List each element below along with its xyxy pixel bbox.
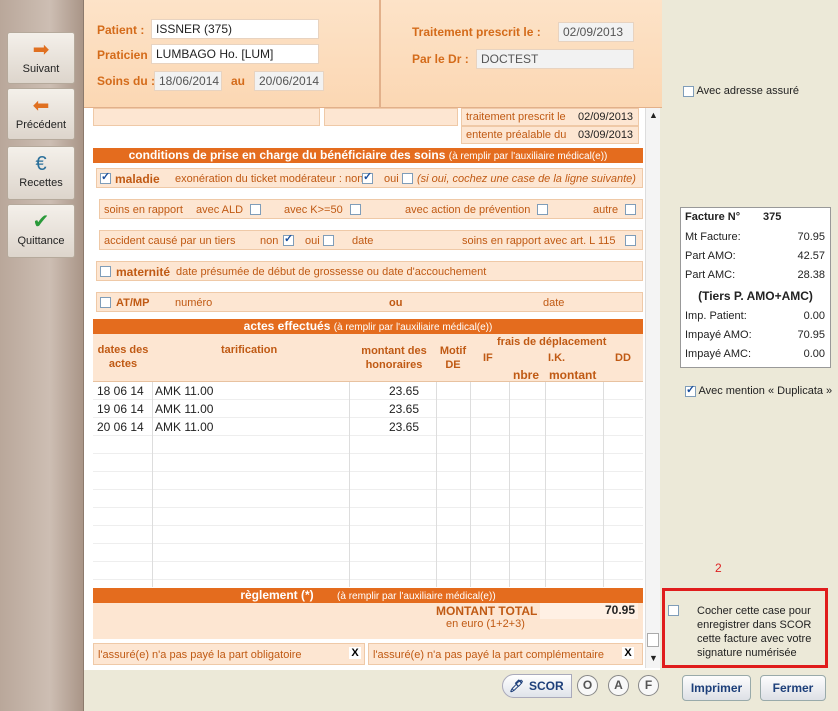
traitement-label: Traitement prescrit le : — [412, 25, 541, 39]
avec-adresse-checkbox[interactable] — [683, 85, 694, 97]
maladie-row: maladie exonération du ticket modérateur… — [96, 168, 643, 188]
f-button[interactable]: F — [638, 675, 659, 696]
soins-to-field[interactable]: 20/06/2014 — [254, 71, 324, 91]
soins-from-field[interactable]: 18/06/2014 — [154, 71, 222, 91]
montant-total-area: MONTANT TOTAL 70.95 en euro (1+2+3) — [93, 603, 643, 639]
o-button[interactable]: O — [577, 675, 598, 696]
maternite-row: maternité date présumée de début de gros… — [96, 261, 643, 281]
maternite-checkbox[interactable] — [100, 265, 111, 277]
art-l115-checkbox[interactable] — [625, 234, 636, 246]
scroll-down-icon[interactable]: ▼ — [649, 653, 658, 663]
scor-checkbox[interactable] — [668, 605, 679, 616]
praticien-label: Praticien : — [97, 48, 156, 62]
maladie-checkbox[interactable] — [100, 170, 111, 184]
atmp-checkbox[interactable] — [100, 296, 111, 308]
prevention-checkbox[interactable] — [537, 203, 548, 215]
actes-bar: actes effectués (à remplir par l'auxilia… — [93, 319, 643, 334]
sidebar: ➡ Suivant ⬅ Précédent € Recettes ✔ Quittance — [0, 0, 84, 711]
form-scrollbar[interactable]: ▲ ▼ — [645, 108, 660, 668]
par-label: Par le Dr : — [412, 52, 469, 66]
table-row[interactable]: 20 06 14 AMK 11.00 23.65 — [93, 418, 643, 436]
par-dr-field[interactable]: DOCTEST — [476, 49, 634, 69]
scor-highlight-box: Cocher cette case pour enregistrer dans … — [662, 588, 828, 668]
blank-field-2 — [324, 108, 458, 126]
patient-label: Patient : — [97, 23, 145, 37]
traitement-field[interactable]: 02/09/2013 — [558, 22, 634, 42]
montant-total-value: 70.95 — [540, 603, 638, 619]
quittance-button[interactable]: ✔ Quittance — [7, 204, 75, 258]
exoneration-non-checkbox[interactable] — [362, 170, 373, 184]
autre-checkbox[interactable] — [625, 203, 636, 215]
table-row[interactable]: 19 06 14 AMK 11.00 23.65 — [93, 400, 643, 418]
k50-checkbox[interactable] — [350, 203, 361, 215]
soins-label: Soins du : — [97, 74, 155, 88]
pas-paye-oblig-toggle[interactable]: X — [349, 647, 361, 659]
trait-prescrit-value: 02/09/2013 — [578, 111, 634, 123]
scroll-up-icon[interactable]: ▲ — [649, 110, 658, 120]
recettes-button[interactable]: € Recettes — [7, 146, 75, 200]
euro-icon: € — [35, 153, 47, 175]
duplicata-option[interactable]: Avec mention « Duplicata » — [685, 383, 832, 397]
precedent-button[interactable]: ⬅ Précédent — [7, 88, 75, 140]
actes-table-header: dates des actes tarification montant des… — [93, 334, 643, 382]
fermer-button[interactable]: Fermer — [760, 675, 826, 701]
praticien-field[interactable]: LUMBAGO Ho. [LUM] — [151, 44, 319, 64]
reglement-bar: règlement (*) (à remplir par l'auxiliair… — [93, 588, 643, 603]
pas-paye-compl-row: l'assuré(e) n'a pas payé la part complém… — [368, 643, 643, 665]
exoneration-oui-checkbox[interactable] — [402, 172, 413, 184]
header: Patient : ISSNER (375) Praticien : LUMBA… — [84, 0, 662, 108]
table-row[interactable]: 18 06 14 AMK 11.00 23.65 — [93, 382, 643, 400]
duplicata-checkbox[interactable] — [685, 383, 696, 397]
atmp-row: AT/MP numéro ou date — [96, 292, 643, 312]
entente-row: entente préalable du 03/09/2013 — [461, 126, 639, 144]
ald-checkbox[interactable] — [250, 203, 261, 215]
arrow-left-icon: ⬅ — [32, 95, 50, 117]
accident-row: accident causé par un tiers non oui date… — [99, 230, 643, 250]
entente-value: 03/09/2013 — [578, 129, 634, 141]
avec-adresse-option[interactable]: Avec adresse assuré — [683, 85, 799, 97]
pas-paye-compl-toggle[interactable]: X — [622, 647, 634, 659]
scor-icon: 🖊 — [509, 679, 525, 693]
facture-summary: Facture N° 375 Mt Facture: 70.95 Part AMO… — [680, 207, 831, 368]
soins-rapport-row: soins en rapport avec ALD avec K>=50 ave… — [99, 199, 643, 219]
patient-field[interactable]: ISSNER (375) — [151, 19, 319, 39]
check-document-icon: ✔ — [32, 211, 50, 233]
actes-table-body: 18 06 14 AMK 11.00 23.65 19 06 14 AMK 11… — [93, 382, 643, 587]
a-button[interactable]: A — [608, 675, 629, 696]
trait-prescrit-row: traitement prescrit le 02/09/2013 — [461, 108, 639, 126]
blank-field-1 — [93, 108, 320, 126]
annotation-number: 2 — [715, 561, 722, 575]
scor-button[interactable]: 🖊 SCOR — [502, 674, 572, 698]
au-label: au — [231, 74, 246, 88]
header-divider — [379, 0, 381, 108]
arrow-right-icon: ➡ — [32, 39, 50, 61]
imprimer-button[interactable]: Imprimer — [682, 675, 751, 701]
accident-oui-checkbox[interactable] — [323, 234, 334, 246]
suivant-button[interactable]: ➡ Suivant — [7, 32, 75, 84]
accident-non-checkbox[interactable] — [283, 232, 294, 246]
bottom-toolbar: 🖊 SCOR O A F — [84, 670, 662, 711]
conditions-bar: conditions de prise en charge du bénéfic… — [93, 148, 643, 163]
scroll-thumb[interactable] — [647, 633, 659, 647]
pas-paye-oblig-row: l'assuré(e) n'a pas payé la part obligat… — [93, 643, 365, 665]
facture-number: 375 — [763, 211, 782, 223]
